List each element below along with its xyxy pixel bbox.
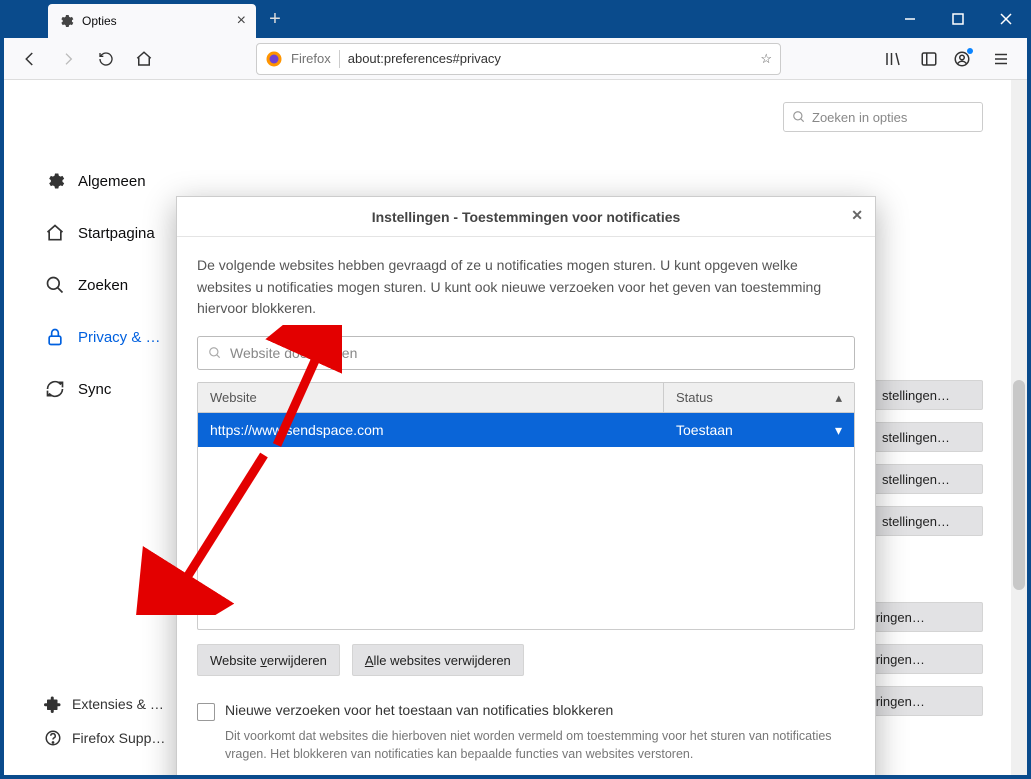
- tab-title: Opties: [82, 14, 229, 28]
- scrollbar[interactable]: [1011, 80, 1027, 775]
- cell-website: https://www.sendspace.com: [198, 422, 664, 438]
- sidebar-item-label: Sync: [78, 381, 111, 398]
- scrollbar-thumb[interactable]: [1013, 380, 1025, 590]
- bookmark-star-icon[interactable]: ☆: [760, 51, 772, 67]
- window-maximize-button[interactable]: [939, 6, 977, 32]
- window-minimize-button[interactable]: [891, 6, 929, 32]
- settings-button[interactable]: stellingen…: [871, 464, 983, 494]
- support-link[interactable]: Firefox Supp…: [44, 729, 165, 747]
- dialog-description: De volgende websites hebben gevraagd of …: [197, 255, 855, 320]
- cell-status[interactable]: Toestaan ▾: [664, 422, 854, 439]
- sidebar-item-home[interactable]: Startpagina: [44, 222, 184, 244]
- account-button[interactable]: [949, 43, 981, 75]
- prefs-search-input[interactable]: Zoeken in opties: [783, 102, 983, 132]
- nav-back-button[interactable]: [14, 43, 46, 75]
- column-header-status[interactable]: Status ▴: [664, 383, 854, 412]
- dialog-title: Instellingen - Toestemmingen voor notifi…: [177, 197, 875, 237]
- block-checkbox-label: Nieuwe verzoeken voor het toestaan van n…: [225, 702, 613, 718]
- extensions-link[interactable]: Extensies & …: [44, 695, 165, 713]
- url-text: about:preferences#privacy: [348, 51, 753, 66]
- search-icon: [792, 110, 806, 124]
- table-row[interactable]: https://www.sendspace.com Toestaan ▾: [198, 413, 854, 447]
- sidebar-item-sync[interactable]: Sync: [44, 378, 184, 400]
- sync-icon: [44, 378, 66, 400]
- prefs-search-placeholder: Zoeken in opties: [812, 110, 907, 125]
- home-icon: [44, 222, 66, 244]
- close-icon[interactable]: ✕: [851, 207, 863, 224]
- block-checkbox-desc: Dit voorkomt dat websites die hierboven …: [225, 727, 855, 763]
- sidebar-item-label: Zoeken: [78, 277, 128, 294]
- support-label: Firefox Supp…: [72, 730, 165, 746]
- dialog-search-placeholder: Website doorzoeken: [230, 345, 357, 361]
- column-header-website[interactable]: Website: [198, 383, 664, 412]
- firefox-logo-icon: [265, 50, 283, 68]
- library-button[interactable]: [877, 43, 909, 75]
- home-button[interactable]: [128, 43, 160, 75]
- remove-website-button[interactable]: Website verwijderen: [197, 644, 340, 676]
- settings-button[interactable]: stellingen…: [871, 422, 983, 452]
- gear-icon: [44, 170, 66, 192]
- new-tab-button[interactable]: +: [260, 4, 290, 34]
- url-brand: Firefox: [291, 51, 331, 66]
- close-icon[interactable]: ×: [237, 12, 246, 30]
- help-icon: [44, 729, 62, 747]
- puzzle-icon: [44, 695, 62, 713]
- sort-asc-icon: ▴: [835, 390, 842, 406]
- sidebar-item-label: Algemeen: [78, 173, 146, 190]
- gear-icon: [58, 13, 74, 29]
- sidebar-item-label: Privacy & …: [78, 329, 161, 346]
- url-bar[interactable]: Firefox about:preferences#privacy ☆: [256, 43, 781, 75]
- permissions-table: Website Status ▴ https://www.sendspace.c…: [197, 382, 855, 630]
- permissions-dialog: Instellingen - Toestemmingen voor notifi…: [176, 196, 876, 775]
- extensions-label: Extensies & …: [72, 696, 164, 712]
- dialog-search-input[interactable]: Website doorzoeken: [197, 336, 855, 370]
- settings-button[interactable]: stellingen…: [871, 506, 983, 536]
- sidebar-item-label: Startpagina: [78, 225, 155, 242]
- browser-tab[interactable]: Opties ×: [48, 4, 256, 38]
- chevron-down-icon: ▾: [835, 422, 842, 439]
- sidebar-item-privacy[interactable]: Privacy & …: [44, 326, 184, 348]
- nav-forward-button[interactable]: [52, 43, 84, 75]
- sidebar-item-general[interactable]: Algemeen: [44, 170, 184, 192]
- settings-button[interactable]: stellingen…: [871, 380, 983, 410]
- sidebar-toggle-button[interactable]: [913, 43, 945, 75]
- search-icon: [208, 346, 222, 360]
- lock-icon: [44, 326, 66, 348]
- block-new-requests-checkbox[interactable]: [197, 703, 215, 721]
- search-icon: [44, 274, 66, 296]
- sidebar-item-search[interactable]: Zoeken: [44, 274, 184, 296]
- window-close-button[interactable]: [987, 6, 1025, 32]
- remove-all-websites-button[interactable]: Alle websites verwijderen: [352, 644, 524, 676]
- separator: [339, 50, 340, 68]
- reload-button[interactable]: [90, 43, 122, 75]
- app-menu-button[interactable]: [985, 43, 1017, 75]
